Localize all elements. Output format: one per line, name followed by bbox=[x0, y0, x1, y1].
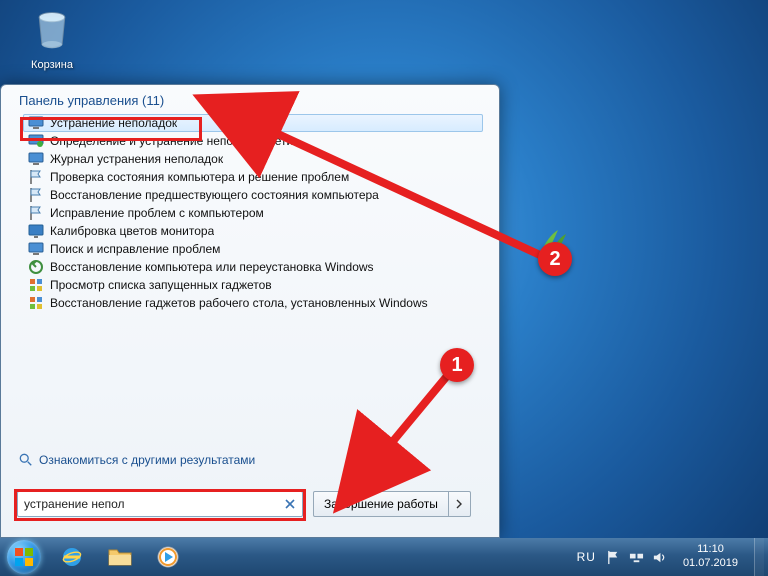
result-item-gadgets-list[interactable]: Просмотр списка запущенных гаджетов bbox=[23, 276, 483, 294]
result-item-fix[interactable]: Исправление проблем с компьютером bbox=[23, 204, 483, 222]
result-label: Просмотр списка запущенных гаджетов bbox=[50, 278, 272, 292]
search-input[interactable] bbox=[24, 497, 282, 511]
start-button[interactable] bbox=[0, 538, 48, 576]
result-item-search-fix[interactable]: Поиск и исправление проблем bbox=[23, 240, 483, 258]
result-label: Исправление проблем с компьютером bbox=[50, 206, 264, 220]
results-header: Панель управления (11) bbox=[1, 85, 499, 114]
search-box[interactable] bbox=[17, 491, 303, 517]
start-menu: Панель управления (11) Устранение непола… bbox=[0, 84, 500, 538]
more-results-label: Ознакомиться с другими результатами bbox=[39, 453, 255, 467]
flag-icon bbox=[28, 205, 44, 221]
more-results-link[interactable]: Ознакомиться с другими результатами bbox=[19, 453, 255, 467]
shutdown-options-button[interactable] bbox=[449, 491, 471, 517]
gadget-icon bbox=[28, 295, 44, 311]
result-label: Восстановление предшествующего состояния… bbox=[50, 188, 379, 202]
tray-icons bbox=[606, 550, 667, 565]
pinned-explorer[interactable] bbox=[98, 541, 142, 573]
show-desktop-button[interactable] bbox=[754, 538, 764, 576]
start-bottom-bar: Завершение работы bbox=[1, 481, 499, 537]
clock[interactable]: 11:10 01.07.2019 bbox=[677, 543, 744, 571]
result-item-restore-prev[interactable]: Восстановление предшествующего состояния… bbox=[23, 186, 483, 204]
result-item-network[interactable]: Определение и устранение неполадок сети bbox=[23, 132, 483, 150]
clock-date: 01.07.2019 bbox=[683, 557, 738, 571]
result-label: Восстановление компьютера или переустано… bbox=[50, 260, 374, 274]
result-item-history[interactable]: Журнал устранения неполадок bbox=[23, 150, 483, 168]
result-item-gadgets-restore[interactable]: Восстановление гаджетов рабочего стола, … bbox=[23, 294, 483, 312]
monitor-icon bbox=[28, 241, 44, 257]
result-label: Поиск и исправление проблем bbox=[50, 242, 220, 256]
restore-icon bbox=[28, 259, 44, 275]
taskbar: RU 11:10 01.07.2019 bbox=[0, 538, 768, 576]
volume-icon[interactable] bbox=[652, 550, 667, 565]
system-tray: RU 11:10 01.07.2019 bbox=[577, 538, 768, 576]
control-panel-link[interactable]: Панель управления (11) bbox=[19, 93, 164, 108]
recycle-bin[interactable]: Корзина bbox=[22, 8, 82, 71]
result-label: Восстановление гаджетов рабочего стола, … bbox=[50, 296, 428, 310]
recycle-bin-icon bbox=[30, 8, 74, 52]
result-label: Журнал устранения неполадок bbox=[50, 152, 223, 166]
network-icon bbox=[28, 133, 44, 149]
network-tray-icon[interactable] bbox=[629, 550, 644, 565]
shutdown-button[interactable]: Завершение работы bbox=[313, 491, 449, 517]
lang-indicator[interactable]: RU bbox=[577, 550, 596, 564]
recycle-bin-label: Корзина bbox=[22, 59, 82, 71]
shutdown-group: Завершение работы bbox=[313, 491, 471, 517]
media-player-icon bbox=[155, 544, 181, 570]
gadget-icon bbox=[28, 277, 44, 293]
result-item-restore-reinstall[interactable]: Восстановление компьютера или переустано… bbox=[23, 258, 483, 276]
display-icon bbox=[28, 223, 44, 239]
flag-icon bbox=[28, 169, 44, 185]
search-icon bbox=[19, 453, 33, 467]
monitor-icon bbox=[28, 151, 44, 167]
clock-time: 11:10 bbox=[683, 543, 738, 557]
chevron-right-icon bbox=[455, 499, 463, 509]
pinned-ie[interactable] bbox=[50, 541, 94, 573]
wallpaper-leaf-icon bbox=[538, 226, 568, 256]
result-item-check[interactable]: Проверка состояния компьютера и решение … bbox=[23, 168, 483, 186]
result-label: Устранение неполадок bbox=[50, 116, 177, 130]
result-item-calibrate[interactable]: Калибровка цветов монитора bbox=[23, 222, 483, 240]
result-label: Проверка состояния компьютера и решение … bbox=[50, 170, 349, 184]
result-label: Определение и устранение неполадок сети bbox=[50, 134, 293, 148]
pinned-wmp[interactable] bbox=[146, 541, 190, 573]
flag-icon bbox=[28, 187, 44, 203]
action-center-icon[interactable] bbox=[606, 550, 621, 565]
clear-x-icon bbox=[284, 498, 296, 510]
result-label: Калибровка цветов монитора bbox=[50, 224, 214, 238]
windows-logo-icon bbox=[12, 545, 36, 569]
results-list: Устранение неполадок Определение и устра… bbox=[1, 114, 499, 312]
ie-icon bbox=[59, 544, 85, 570]
clear-search-button[interactable] bbox=[282, 496, 298, 512]
pinned-apps bbox=[50, 541, 190, 573]
result-item-troubleshoot[interactable]: Устранение неполадок bbox=[23, 114, 483, 132]
monitor-icon bbox=[28, 115, 44, 131]
folder-icon bbox=[107, 546, 133, 568]
